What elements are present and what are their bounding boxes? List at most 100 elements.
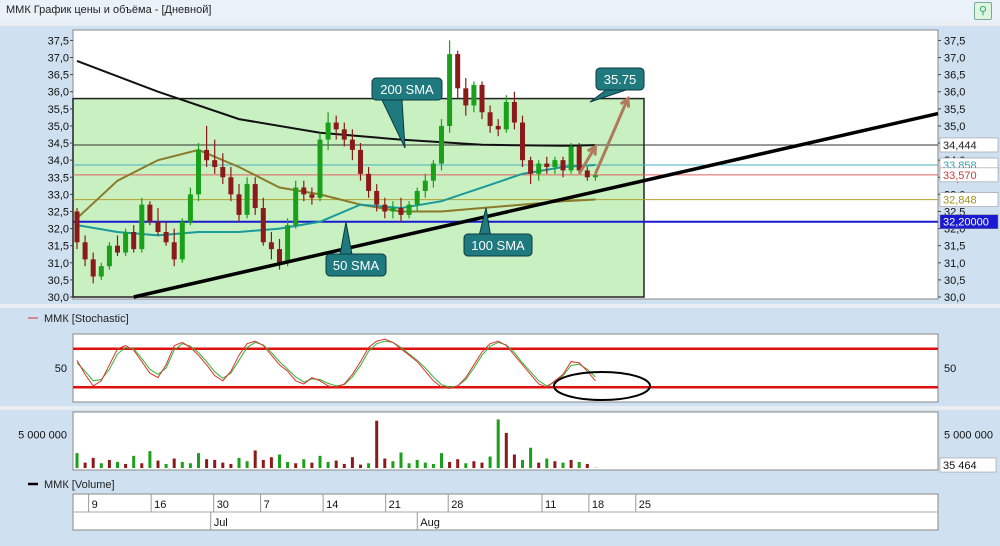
volume-bar: [488, 456, 492, 468]
candle-body: [90, 259, 96, 277]
volume-bar: [423, 462, 427, 468]
y-tick-label-right: 30,5: [944, 275, 965, 287]
candle-body: [349, 139, 355, 150]
volume-bar: [132, 455, 136, 468]
callout-label: 50 SMA: [333, 258, 380, 273]
candle-body: [503, 102, 509, 130]
y-tick-label: 34,0: [48, 155, 69, 167]
candle-body: [106, 245, 112, 267]
volume-bar: [464, 463, 468, 468]
volume-bar: [172, 458, 176, 468]
y-tick-label: 36,5: [48, 70, 69, 82]
candle-body: [277, 249, 282, 263]
candle-body: [406, 204, 412, 215]
candle-body: [447, 54, 453, 126]
candle-body: [568, 146, 574, 171]
y-tick-label: 37,5: [48, 35, 69, 47]
candle-body: [228, 177, 234, 195]
volume-last-label: 35 464: [943, 460, 977, 472]
volume-bar: [480, 462, 484, 468]
volume-y-tick-right: 5 000 000: [944, 429, 993, 441]
candle-body: [204, 149, 210, 161]
volume-bar: [164, 463, 168, 468]
volume-bar: [180, 461, 184, 468]
volume-bar: [107, 459, 111, 468]
volume-bar: [383, 458, 387, 468]
title-bar: ММК График цены и объёма - [Дневной] ⚲: [0, 0, 1000, 23]
candle-body: [260, 208, 266, 243]
day-label: 28: [451, 499, 463, 511]
candle-body: [155, 221, 161, 232]
volume-bar: [140, 463, 144, 468]
candle-body: [463, 88, 469, 106]
candle-body: [244, 184, 250, 215]
volume-bar: [359, 464, 362, 468]
candle-body: [139, 204, 145, 250]
volume-bar: [561, 462, 565, 468]
window-title: ММК График цены и объёма - [Дневной]: [6, 4, 212, 16]
pin-icon[interactable]: ⚲: [974, 2, 992, 20]
volume-bar: [472, 461, 476, 468]
volume-bar: [286, 461, 290, 468]
y-tick-label-right: 31,0: [944, 258, 965, 270]
candle-body: [163, 232, 169, 243]
candle-body: [495, 125, 501, 130]
y-tick-label: 33,5: [48, 172, 69, 184]
y-tick-label-right: 37,5: [944, 35, 965, 47]
candle-body: [358, 149, 363, 174]
day-label: 7: [264, 499, 270, 511]
candle-body: [366, 173, 372, 191]
candle-body: [98, 266, 104, 277]
volume-bar: [91, 457, 95, 468]
candle-body: [171, 242, 177, 260]
volume-bar: [99, 463, 103, 468]
candle-body: [309, 194, 315, 198]
day-label: 18: [592, 499, 604, 511]
candle-body: [179, 221, 185, 260]
date-axis: 9 16 30 7 14 21 28 11 18 25 Jul Aug: [0, 493, 1000, 546]
volume-bar: [545, 458, 549, 468]
volume-bar: [407, 463, 411, 468]
volume-bar: [399, 452, 403, 468]
candle-body: [285, 225, 291, 263]
y-tick-label: 31,5: [48, 241, 69, 253]
callout-label: 200 SMA: [380, 82, 434, 97]
day-label: 21: [389, 499, 401, 511]
volume-bar: [197, 453, 200, 468]
candle-body: [74, 211, 80, 243]
candle-body: [439, 125, 444, 164]
panel-spacer: [0, 304, 1000, 308]
volume-bar: [537, 462, 541, 468]
volume-bar: [83, 462, 87, 468]
volume-bar: [496, 419, 500, 468]
volume-bar: [521, 459, 524, 468]
panel-spacer: [0, 22, 1000, 26]
candle-body: [325, 122, 331, 140]
candle-body: [301, 187, 307, 195]
day-label: 25: [639, 499, 651, 511]
volume-panel: 5 000 000 5 000 000 35 464 ММК [Volume]: [0, 406, 1000, 491]
candle-body: [252, 184, 258, 209]
candle-body: [584, 170, 590, 178]
volume-bar: [310, 462, 314, 468]
volume-bar: [334, 460, 338, 468]
candle-body: [398, 208, 404, 215]
volume-bar: [391, 461, 395, 468]
candle-body: [123, 232, 129, 253]
candle-body: [220, 167, 226, 178]
candle-body: [131, 232, 137, 250]
chart-canvas: 37,5 37,0 36,5 36,0 35,5 35,0 34,5 34,0 33,5 33,0…: [0, 22, 1000, 546]
candle-body: [196, 149, 201, 195]
candle-body: [414, 190, 420, 205]
volume-bar: [229, 463, 233, 468]
candle-body: [520, 122, 525, 161]
volume-bar: [431, 463, 435, 468]
candle-body: [430, 163, 436, 181]
candle-body: [536, 163, 542, 174]
volume-bar: [504, 432, 508, 468]
y-tick-label: 35,5: [48, 104, 69, 116]
candle-body: [147, 204, 153, 222]
volume-bar: [512, 454, 516, 468]
y-tick-label: 32,5: [48, 206, 69, 218]
price-label: 34,444: [943, 140, 977, 152]
